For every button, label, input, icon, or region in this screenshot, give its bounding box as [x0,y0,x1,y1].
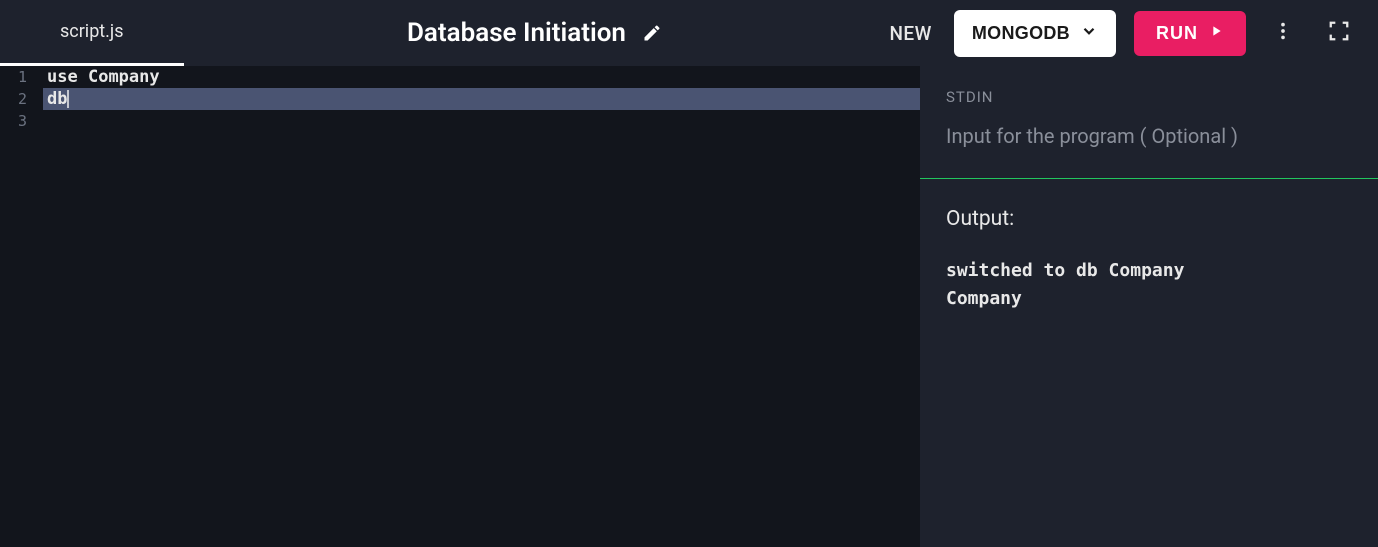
line-gutter: 123 [0,66,43,132]
line-number: 3 [18,110,27,132]
file-tab-label: script.js [60,21,124,42]
editor-panel: 123 use Companydb [0,66,920,547]
right-controls: NEW MONGODB RUN [885,10,1358,57]
chevron-down-icon [1080,22,1098,45]
fullscreen-button[interactable] [1320,12,1358,54]
code-line[interactable] [43,110,920,132]
line-number: 1 [18,66,27,88]
io-panel: STDIN Output: switched to db Company Com… [920,66,1378,547]
edit-title-icon[interactable] [642,23,662,43]
output-section: Output: switched to db Company Company [920,179,1378,341]
code-line[interactable]: use Company [43,66,920,88]
stdin-section: STDIN [920,66,1378,178]
language-dropdown[interactable]: MONGODB [954,10,1116,57]
title-area: Database Initiation [184,18,886,48]
run-button[interactable]: RUN [1134,11,1246,56]
new-button-label: NEW [889,22,931,45]
page-title: Database Initiation [407,18,626,48]
tab-area: script.js [0,0,184,66]
code-editor[interactable]: 123 use Companydb [0,66,920,132]
text-cursor [67,90,69,108]
more-vertical-icon [1272,20,1294,46]
stdin-input[interactable] [946,124,1352,148]
new-button[interactable]: NEW [885,14,935,53]
stdin-label: STDIN [946,88,1352,106]
output-text: switched to db Company Company [946,257,1352,313]
line-number: 2 [18,88,27,110]
more-menu-button[interactable] [1264,12,1302,54]
play-icon [1208,23,1224,44]
file-tab[interactable]: script.js [0,0,184,66]
run-button-label: RUN [1156,23,1198,44]
code-line[interactable]: db [43,88,920,110]
output-label: Output: [946,207,1352,231]
fullscreen-icon [1328,20,1350,46]
header: script.js Database Initiation NEW MONGOD… [0,0,1378,66]
code-content[interactable]: use Companydb [43,66,920,132]
main-area: 123 use Companydb STDIN Output: switched… [0,66,1378,547]
language-dropdown-label: MONGODB [972,23,1070,44]
